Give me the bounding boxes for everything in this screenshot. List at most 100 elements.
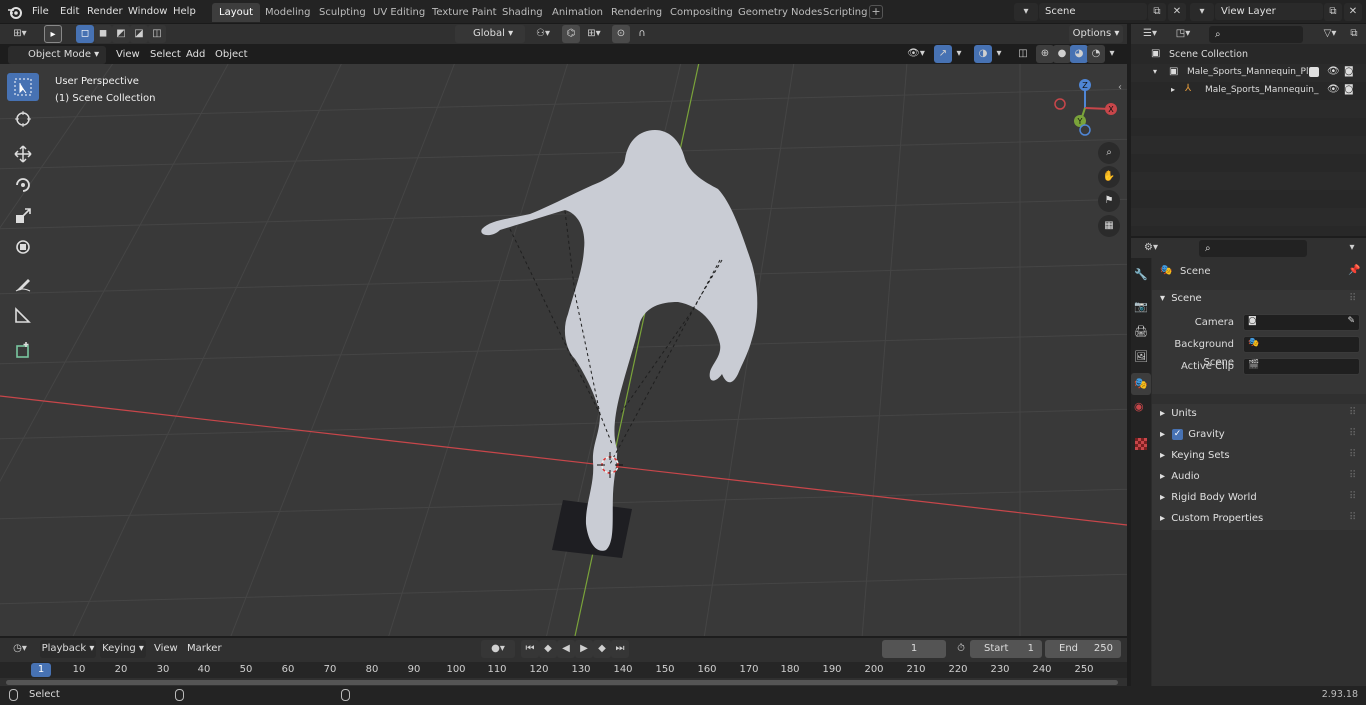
snap-target-icon[interactable]: ⊞▾ [582,25,606,43]
keying-sets-panel[interactable]: ▸ Keying Sets ⠿ [1152,446,1366,467]
next-keyframe-icon[interactable]: ◆ [593,640,611,658]
current-frame-field[interactable]: 1 [882,640,946,658]
outliner-search-input[interactable]: ⌕ [1209,26,1303,43]
properties-search-input[interactable]: ⌕ [1199,240,1307,257]
prev-keyframe-icon[interactable]: ◆ [539,640,557,658]
play-icon[interactable]: ▶ [575,640,593,658]
keying-sets-panel-header[interactable]: ▸ Keying Sets [1160,447,1230,465]
outliner-row-armature[interactable]: ▸ ⅄ Male_Sports_Mannequin_ 👁 ◙ [1131,82,1366,100]
mode-dropdown[interactable]: Object Mode ▾ [8,46,106,64]
outliner-editor-type-icon[interactable]: ☰▾ [1138,25,1162,43]
drag-handle-icon[interactable]: ⠿ [1349,470,1356,481]
tool-cursor[interactable] [7,105,39,133]
playback-dropdown[interactable]: Playback ▾ [40,640,96,658]
drag-handle-icon[interactable]: ⠿ [1349,293,1356,304]
tool-rotate[interactable] [7,171,39,199]
timeline-scrollbar[interactable] [6,680,1118,685]
material-shading-icon[interactable]: ◕ [1070,45,1088,63]
delete-scene-icon[interactable]: ✕ [1168,3,1186,21]
delete-view-layer-icon[interactable]: ✕ [1344,3,1362,21]
snap-icon[interactable]: ⌬ [562,25,580,43]
zoom-icon[interactable]: ⌕ [1098,142,1120,164]
tab-texture-paint[interactable]: Texture Paint [425,3,504,22]
gravity-panel-header[interactable]: ▸ ✓ Gravity [1160,426,1225,444]
visibility-icon[interactable]: 👁▾ [903,45,929,63]
render-camera-icon[interactable]: ◙ [1344,84,1354,95]
properties-options-icon[interactable]: ▾ [1343,239,1361,257]
pan-hand-icon[interactable]: ✋ [1098,166,1120,188]
play-reverse-icon[interactable]: ◀ [557,640,575,658]
drag-handle-icon[interactable]: ⠿ [1349,407,1356,418]
select-extend-icon[interactable]: ◼ [94,25,112,43]
stopwatch-icon[interactable]: ⏱ [952,640,970,658]
scene-selector-icon[interactable]: ▾ [1014,3,1038,21]
menu-select[interactable]: Select [146,46,185,64]
active-clip-field[interactable]: 🎬 [1243,358,1360,375]
select-subtract-icon[interactable]: ◩ [112,25,130,43]
texture-tab-icon[interactable] [1135,438,1147,450]
overlays-toggle-icon[interactable]: ◑ [974,45,992,63]
tab-uv-editing[interactable]: UV Editing [366,3,432,22]
render-camera-icon[interactable]: ◙ [1344,66,1354,77]
start-frame-field[interactable]: Start 1 [970,640,1042,658]
background-scene-field[interactable]: 🎭 [1243,336,1360,353]
eye-icon[interactable]: 👁 [1327,84,1340,95]
area-divider[interactable] [1127,24,1131,686]
scene-name-field[interactable]: Scene [1039,3,1147,20]
timeline-editor-type-icon[interactable]: ◷▾ [6,640,34,658]
filter-icon[interactable]: ▽▾ [1317,25,1343,43]
add-workspace-icon[interactable]: + [869,5,883,19]
wireframe-shading-icon[interactable]: ⊕ [1036,45,1054,63]
select-invert-icon[interactable]: ◪ [130,25,148,43]
tab-shading[interactable]: Shading [495,3,550,22]
select-intersect-icon[interactable]: ◫ [148,25,166,43]
editor-type-icon[interactable]: ⊞▾ [6,25,34,43]
pin-icon[interactable]: 📌 [1348,265,1360,276]
tab-compositing[interactable]: Compositing [663,3,740,22]
auto-keying-icon[interactable]: ●▾ [481,640,515,658]
gravity-checkbox[interactable]: ✓ [1172,429,1183,440]
eyedropper-icon[interactable]: ✎ [1347,316,1355,326]
view-layer-field[interactable]: View Layer [1215,3,1323,20]
tool-move[interactable] [7,140,39,168]
menu-window[interactable]: Window [124,3,171,21]
tab-modeling[interactable]: Modeling [258,3,318,22]
tool-transform[interactable] [7,233,39,261]
tab-rendering[interactable]: Rendering [604,3,669,22]
menu-render[interactable]: Render [83,3,127,21]
rigid-body-world-panel[interactable]: ▸ Rigid Body World ⠿ [1152,488,1366,509]
tool-add-cube[interactable] [7,336,39,364]
outliner-row-collection[interactable]: ▾ ▣ Male_Sports_Mannequin_Play 👁 ◙ [1131,64,1366,82]
menu-file[interactable]: File [28,3,53,21]
properties-editor-type-icon[interactable]: ⚙▾ [1138,239,1164,257]
menu-object[interactable]: Object [211,46,252,64]
rendered-shading-icon[interactable]: ◔ [1087,45,1105,63]
tool-select-box[interactable] [7,73,39,101]
sidebar-toggle-icon[interactable]: ‹ [1118,82,1122,93]
audio-panel-header[interactable]: ▸ Audio [1160,468,1200,486]
tool-tab-icon[interactable]: 🔧 [1134,268,1148,281]
select-new-icon[interactable]: ◻ [76,25,94,43]
jump-start-icon[interactable]: ⏮ [521,640,539,658]
navigation-gizmo[interactable]: Z X Y [1050,74,1122,144]
drag-handle-icon[interactable]: ⠿ [1349,449,1356,460]
new-scene-icon[interactable]: ⧉ [1148,3,1166,21]
blender-logo-icon[interactable] [7,4,23,23]
menu-view[interactable]: View [112,46,144,64]
drag-handle-icon[interactable]: ⠿ [1349,428,1356,439]
units-panel[interactable]: ▸ Units ⠿ [1152,404,1366,425]
tool-annotate[interactable] [7,270,39,298]
gravity-panel[interactable]: ▸ ✓ Gravity ⠿ [1152,425,1366,446]
timeline-menu-marker[interactable]: Marker [183,640,226,658]
render-tab-icon[interactable]: 📷 [1134,300,1148,313]
tab-animation[interactable]: Animation [545,3,610,22]
units-panel-header[interactable]: ▸ Units [1160,405,1197,423]
options-dropdown[interactable]: Options ▾ [1069,25,1123,43]
select-tool-icon[interactable]: ▸ [44,25,62,43]
camera-view-icon[interactable]: ⚑ [1098,190,1120,212]
pivot-point-icon[interactable]: ⚇▾ [530,25,556,43]
menu-add[interactable]: Add [182,46,209,64]
drag-handle-icon[interactable]: ⠿ [1349,512,1356,523]
include-checkbox[interactable] [1309,67,1319,77]
solid-shading-icon[interactable]: ● [1053,45,1071,63]
